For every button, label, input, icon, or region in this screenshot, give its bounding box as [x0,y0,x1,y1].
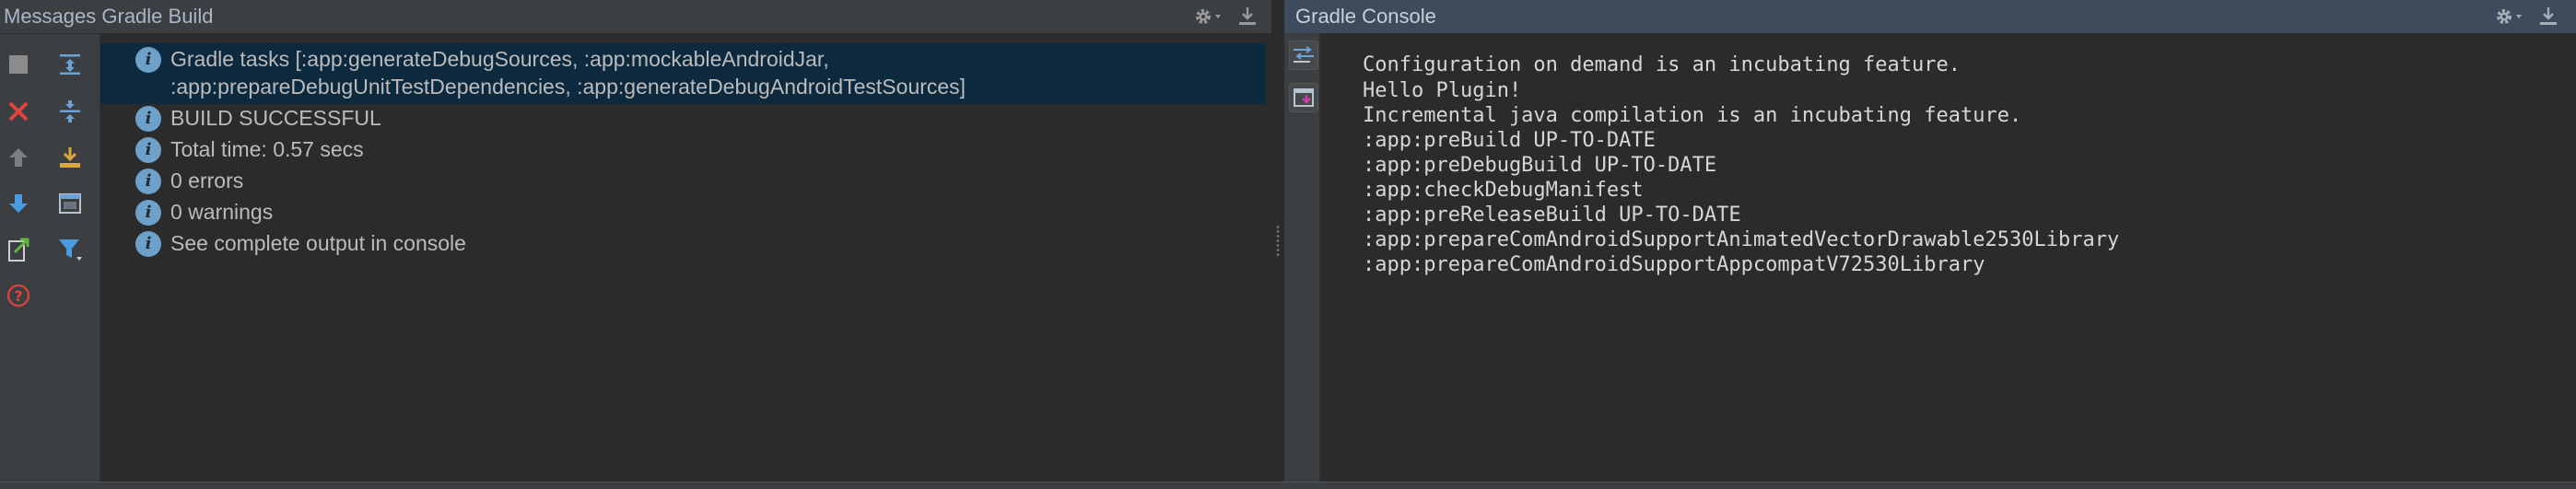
next-message-button[interactable] [2,187,35,220]
download-button[interactable] [53,141,87,174]
gradle-console-panel: Gradle Console Configuration on demand i… [1284,0,2576,482]
message-item[interactable]: i See complete output in console [100,227,1266,259]
gradle-console-title: Gradle Console [1295,5,1436,28]
console-line: :app:prepareComAndroidSupportAppcompatV7… [1363,253,1985,276]
preview-button[interactable] [53,187,87,220]
info-icon: i [135,137,161,163]
hide-panel-icon[interactable] [2537,6,2559,28]
message-text: 0 errors [170,169,244,192]
console-line: :app:preReleaseBuild UP-TO-DATE [1363,204,1741,227]
message-text: See complete output in console [170,231,466,255]
console-line: :app:checkDebugManifest [1363,179,1644,202]
console-line: Configuration on demand is an incubating… [1363,53,1961,76]
messages-toolbar: ? [0,34,100,482]
arrow-up-icon [9,148,28,167]
console-line: Incremental java compilation is an incub… [1363,104,2022,127]
console-line: :app:preDebugBuild UP-TO-DATE [1363,154,1717,177]
soft-wrap-button[interactable] [1289,41,1318,70]
console-line: :app:preBuild UP-TO-DATE [1363,129,1656,152]
help-icon: ? [6,284,30,308]
messages-panel: Messages Gradle Build ? i Gradle tasks [… [0,0,1271,488]
message-text: Gradle tasks [:app:generateDebugSources,… [170,47,829,71]
expand-all-icon [60,54,80,75]
arrow-down-icon [9,194,28,213]
export-icon [8,238,29,262]
message-text: BUILD SUCCESSFUL [170,106,381,130]
splitter-grip-icon[interactable] [1276,225,1280,256]
close-icon [8,101,29,122]
panel-splitter[interactable] [1271,0,1284,488]
info-icon: i [135,169,161,194]
filter-button[interactable] [53,233,87,266]
hide-panel-icon[interactable] [1236,6,1259,28]
messages-list: i Gradle tasks [:app:generateDebugSource… [100,34,1271,482]
messages-panel-title: Messages Gradle Build [4,5,214,28]
message-text: :app:prepareDebugUnitTestDependencies, :… [170,75,966,99]
info-icon: i [135,200,161,226]
download-icon [60,147,80,168]
previous-message-button[interactable] [2,141,35,174]
collapse-all-icon [60,100,80,122]
preview-icon [59,193,81,214]
console-header-tools [2493,0,2559,33]
messages-header-tools [1192,0,1259,33]
message-text: 0 warnings [170,200,274,224]
info-icon: i [135,47,161,73]
gradle-console-header: Gradle Console [1284,0,2576,33]
svg-text:?: ? [14,287,22,305]
message-item[interactable]: i 0 errors [100,165,1266,196]
message-item[interactable]: i BUILD SUCCESSFUL [100,102,1266,134]
messages-panel-header: Messages Gradle Build [0,0,1271,34]
info-icon: i [135,106,161,132]
console-line: Hello Plugin! [1363,79,1522,102]
console-line: :app:prepareComAndroidSupportAnimatedVec… [1363,228,2120,251]
collapse-all-button[interactable] [53,95,87,128]
console-output[interactable]: Configuration on demand is an incubating… [1320,33,2576,482]
gear-icon[interactable] [2493,6,2524,28]
help-button[interactable]: ? [2,279,35,312]
info-icon: i [135,231,161,257]
export-button[interactable] [2,233,35,266]
message-item[interactable]: i Total time: 0.57 secs [100,134,1266,165]
message-item[interactable]: i 0 warnings [100,196,1266,227]
close-button[interactable] [2,95,35,128]
message-text: Total time: 0.57 secs [170,137,364,161]
console-toolbar [1284,33,1320,482]
stop-icon [9,55,28,74]
gear-icon[interactable] [1192,6,1224,28]
scroll-to-end-button[interactable] [1289,83,1318,112]
scroll-to-end-icon [1294,88,1314,107]
ide-tool-windows: Messages Gradle Build ? i Gradle tasks [… [0,0,2576,489]
soft-wrap-icon [1294,46,1314,63]
message-item[interactable]: i Gradle tasks [:app:generateDebugSource… [100,43,1266,104]
stop-button[interactable] [2,48,35,81]
expand-all-button[interactable] [53,48,87,81]
filter-icon [59,239,82,261]
